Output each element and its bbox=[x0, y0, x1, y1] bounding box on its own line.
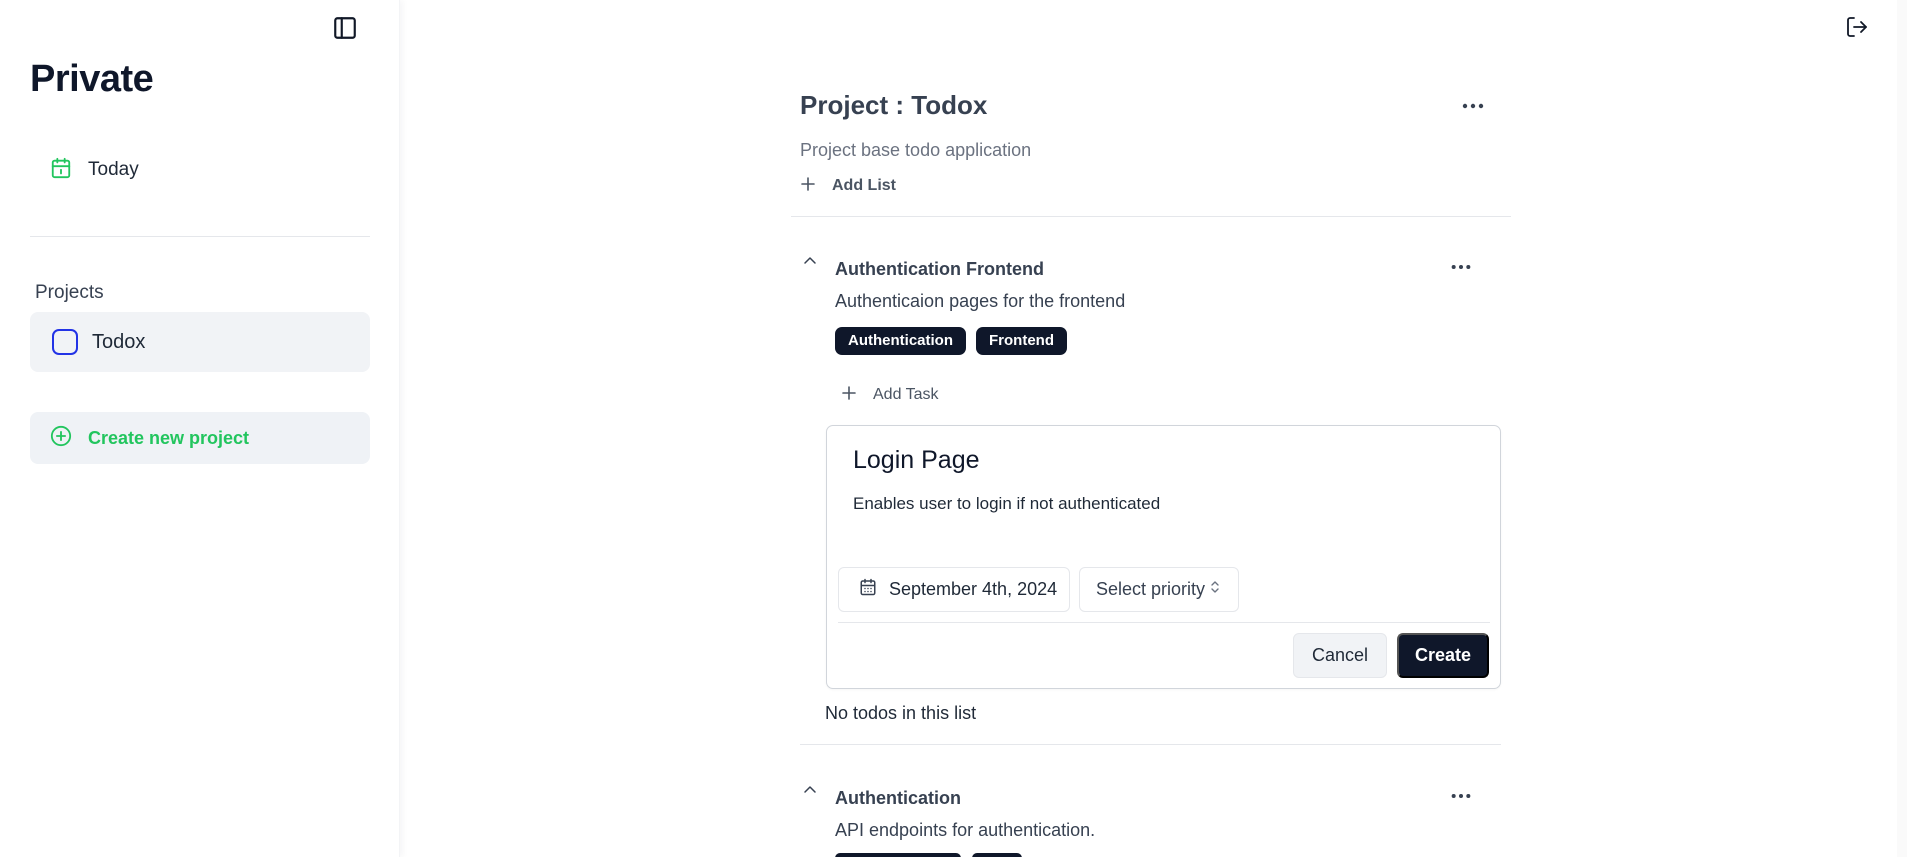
list-title: Authentication bbox=[835, 788, 961, 808]
list-more-button[interactable] bbox=[1446, 784, 1476, 808]
chevron-up-icon bbox=[803, 253, 817, 271]
create-project-label: Create new project bbox=[88, 427, 250, 448]
app-root: Private Today Projects Todox Create new … bbox=[0, 0, 1907, 857]
sidebar-item-project-todox[interactable]: Todox bbox=[30, 312, 370, 372]
projects-heading: Projects bbox=[35, 282, 104, 303]
more-horizontal-icon bbox=[1461, 97, 1485, 115]
chevrons-up-down-icon bbox=[1209, 579, 1221, 600]
add-list-button[interactable]: Add List bbox=[800, 174, 896, 198]
sidebar-toggle-button[interactable] bbox=[328, 14, 362, 46]
add-task-label: Add Task bbox=[873, 386, 939, 403]
plus-circle-icon bbox=[50, 425, 72, 452]
empty-list-message: No todos in this list bbox=[825, 703, 977, 723]
scrollbar-track[interactable] bbox=[1897, 0, 1907, 857]
tag-badge bbox=[972, 853, 1022, 857]
calendar-icon bbox=[50, 157, 72, 184]
create-button[interactable]: Create bbox=[1397, 633, 1489, 678]
sidebar-item-today[interactable]: Today bbox=[30, 150, 370, 190]
due-date-label: September 4th, 2024 bbox=[889, 579, 1058, 599]
plus-icon bbox=[841, 385, 857, 406]
project-more-button[interactable] bbox=[1458, 94, 1488, 118]
more-horizontal-icon bbox=[1450, 787, 1472, 805]
task-name-input[interactable] bbox=[853, 446, 1453, 475]
cancel-button[interactable]: Cancel bbox=[1293, 633, 1387, 678]
collapse-list-button[interactable] bbox=[800, 252, 820, 272]
list-description: Authenticaion pages for the frontend bbox=[835, 291, 1126, 311]
tag-group: Authentication Frontend bbox=[835, 327, 1067, 355]
logout-icon bbox=[1845, 15, 1869, 44]
collapse-list-button[interactable] bbox=[800, 781, 820, 801]
create-project-button[interactable]: Create new project bbox=[30, 412, 370, 464]
sidebar-divider bbox=[30, 236, 370, 237]
sidebar: Private Today Projects Todox Create new … bbox=[0, 0, 400, 857]
tag-badge: Frontend bbox=[976, 327, 1067, 355]
list-divider bbox=[800, 744, 1501, 745]
logout-button[interactable] bbox=[1840, 12, 1874, 46]
form-divider bbox=[838, 622, 1490, 623]
chevron-up-icon bbox=[803, 782, 817, 800]
list-description: API endpoints for authentication. bbox=[835, 820, 1096, 840]
add-list-label: Add List bbox=[832, 177, 896, 194]
panel-left-icon bbox=[332, 15, 358, 46]
list-title: Authentication Frontend bbox=[835, 259, 1044, 279]
plus-icon bbox=[800, 176, 816, 197]
add-task-button[interactable]: Add Task bbox=[841, 384, 939, 406]
project-description: Project base todo application bbox=[800, 140, 1032, 160]
list-more-button[interactable] bbox=[1446, 255, 1476, 279]
task-description-input[interactable] bbox=[853, 494, 1453, 514]
project-name: Todox bbox=[92, 330, 146, 353]
page-title: Project : Todox bbox=[800, 90, 988, 120]
due-date-button[interactable]: September 4th, 2024 bbox=[838, 567, 1070, 612]
calendar-icon bbox=[859, 578, 877, 601]
tag-badge bbox=[835, 853, 961, 857]
priority-select[interactable]: Select priority bbox=[1079, 567, 1239, 612]
project-color-swatch bbox=[52, 329, 78, 355]
new-task-form: September 4th, 2024 Select priority Canc… bbox=[826, 425, 1501, 689]
sidebar-item-label: Today bbox=[88, 159, 139, 180]
tag-badge: Authentication bbox=[835, 327, 966, 355]
header-divider bbox=[791, 216, 1511, 217]
workspace-title: Private bbox=[30, 58, 154, 100]
priority-select-label: Select priority bbox=[1096, 579, 1206, 599]
more-horizontal-icon bbox=[1450, 258, 1472, 276]
